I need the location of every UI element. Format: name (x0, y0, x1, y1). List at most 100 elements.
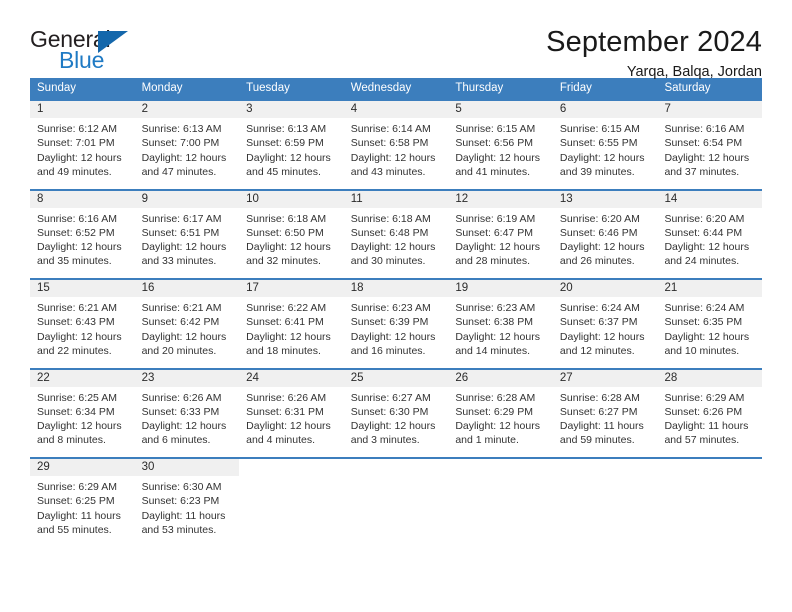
day-cell[interactable]: 1 Sunrise: 6:12 AM Sunset: 7:01 PM Daylight… (30, 101, 135, 189)
sunrise-time: Sunrise: 6:25 AM (37, 391, 117, 404)
sunrise-time: Sunrise: 6:29 AM (664, 391, 745, 404)
day-number: 3 (239, 101, 344, 118)
daylight-duration-line2: and 53 minutes. (141, 523, 217, 536)
sunrise-time: Sunrise: 6:27 AM (350, 391, 431, 404)
day-number: 11 (343, 190, 449, 208)
daylight-duration-line1: Daylight: 12 hours (350, 330, 436, 343)
day-cell[interactable]: 16 Sunrise: 6:21 AM Sunset: 6:42 PM Dayligh… (134, 280, 240, 368)
day-info: Sunrise: 6:20 AM Sunset: 6:46 PM Daylight:… (553, 208, 658, 269)
day-cell[interactable]: 2 Sunrise: 6:13 AM Sunset: 7:00 PM Daylight… (134, 101, 240, 189)
sunset-time: Sunset: 6:51 PM (141, 226, 220, 239)
daylight-duration-line1: Daylight: 12 hours (455, 330, 540, 343)
daylight-duration-line1: Daylight: 12 hours (141, 241, 227, 254)
sunrise-time: Sunrise: 6:15 AM (559, 123, 640, 135)
daylight-duration-line2: and 45 minutes. (246, 165, 321, 178)
daylight-duration-line2: and 4 minutes. (246, 434, 316, 447)
day-cell[interactable]: 21 Sunrise: 6:24 AM Sunset: 6:35 PM Dayligh… (657, 280, 763, 368)
daylight-duration-line1: Daylight: 12 hours (246, 330, 331, 343)
day-cell[interactable]: 13 Sunrise: 6:20 AM Sunset: 6:46 PM Dayligh… (552, 190, 658, 278)
day-number: 18 (343, 280, 449, 297)
day-cell[interactable]: 23 Sunrise: 6:26 AM Sunset: 6:33 PM Dayligh… (134, 369, 240, 457)
sunset-time: Sunset: 6:42 PM (141, 316, 220, 329)
day-info: Sunrise: 6:27 AM Sunset: 6:30 PM Daylight:… (344, 387, 449, 448)
day-cell[interactable]: 29 Sunrise: 6:29 AM Sunset: 6:25 PM Dayligh… (30, 459, 135, 547)
week-row: 1 Sunrise: 6:12 AM Sunset: 7:01 PM Daylight… (30, 99, 763, 189)
weekday-header-monday: Monday (141, 82, 183, 94)
day-info: Sunrise: 6:30 AM Sunset: 6:23 PM Daylight:… (135, 476, 240, 537)
daylight-duration-line2: and 43 minutes. (350, 165, 426, 178)
daylight-duration-line1: Daylight: 12 hours (664, 151, 750, 164)
day-info: Sunrise: 6:21 AM Sunset: 6:43 PM Daylight:… (30, 297, 135, 358)
sunset-time: Sunset: 6:39 PM (350, 316, 429, 329)
sunrise-time: Sunrise: 6:26 AM (246, 391, 327, 404)
sunrise-time: Sunrise: 6:13 AM (141, 123, 222, 135)
daylight-duration-line1: Daylight: 12 hours (455, 420, 540, 433)
day-number: 2 (134, 101, 240, 118)
daylight-duration-line2: and 28 minutes. (455, 255, 531, 268)
day-info: Sunrise: 6:18 AM Sunset: 6:48 PM Daylight:… (344, 208, 449, 269)
sunset-time: Sunset: 6:44 PM (664, 226, 743, 239)
day-info: Sunrise: 6:17 AM Sunset: 6:51 PM Daylight:… (135, 208, 240, 269)
day-cell[interactable]: 24 Sunrise: 6:26 AM Sunset: 6:31 PM Dayligh… (239, 369, 344, 457)
day-cell[interactable]: 7 Sunrise: 6:16 AM Sunset: 6:54 PM Daylight… (657, 101, 763, 189)
day-cell[interactable]: 22 Sunrise: 6:25 AM Sunset: 6:34 PM Dayligh… (30, 369, 135, 457)
day-number: 5 (448, 101, 553, 118)
day-cell[interactable]: 27 Sunrise: 6:28 AM Sunset: 6:27 PM Dayligh… (552, 369, 658, 457)
weekday-header-sunday: Sunday (37, 82, 77, 94)
day-number: 29 (30, 459, 135, 476)
sunset-time: Sunset: 6:54 PM (664, 137, 743, 150)
daylight-duration-line1: Daylight: 12 hours (559, 151, 645, 164)
day-info: Sunrise: 6:21 AM Sunset: 6:42 PM Daylight:… (135, 297, 240, 358)
day-cell[interactable]: 8 Sunrise: 6:16 AM Sunset: 6:52 PM Daylight… (30, 190, 135, 278)
day-cell[interactable]: 9 Sunrise: 6:17 AM Sunset: 6:51 PM Daylight… (134, 190, 240, 278)
daylight-duration-line1: Daylight: 11 hours (141, 509, 226, 522)
day-cell[interactable]: 28 Sunrise: 6:29 AM Sunset: 6:26 PM Dayligh… (657, 369, 763, 457)
day-cell[interactable]: 5 Sunrise: 6:15 AM Sunset: 6:56 PM Daylight… (448, 101, 553, 189)
day-cell-empty (552, 459, 658, 547)
sunset-time: Sunset: 6:30 PM (350, 405, 429, 418)
general-blue-logo[interactable]: General Blue (30, 26, 140, 74)
sunrise-time: Sunrise: 6:26 AM (141, 391, 222, 404)
sunset-time: Sunset: 6:23 PM (141, 495, 220, 508)
day-cell-empty (448, 459, 553, 547)
day-info: Sunrise: 6:26 AM Sunset: 6:31 PM Daylight:… (239, 387, 344, 448)
day-cell[interactable]: 17 Sunrise: 6:22 AM Sunset: 6:41 PM Dayligh… (239, 280, 344, 368)
day-info: Sunrise: 6:13 AM Sunset: 6:59 PM Daylight:… (239, 118, 344, 179)
day-cell[interactable]: 3 Sunrise: 6:13 AM Sunset: 6:59 PM Daylight… (239, 101, 344, 189)
daylight-duration-line2: and 6 minutes. (141, 434, 211, 447)
sunrise-time: Sunrise: 6:21 AM (37, 302, 117, 314)
day-cell[interactable]: 12 Sunrise: 6:19 AM Sunset: 6:47 PM Dayligh… (448, 190, 553, 278)
sunset-time: Sunset: 6:26 PM (664, 405, 743, 418)
day-info: Sunrise: 6:16 AM Sunset: 6:52 PM Daylight:… (30, 208, 135, 269)
day-cell[interactable]: 15 Sunrise: 6:21 AM Sunset: 6:43 PM Dayligh… (30, 280, 135, 368)
day-cell[interactable]: 6 Sunrise: 6:15 AM Sunset: 6:55 PM Daylight… (552, 101, 658, 189)
day-cell[interactable]: 4 Sunrise: 6:14 AM Sunset: 6:58 PM Daylight… (343, 101, 449, 189)
day-number (239, 459, 344, 476)
sunset-time: Sunset: 6:33 PM (141, 405, 220, 418)
day-cell[interactable]: 26 Sunrise: 6:28 AM Sunset: 6:29 PM Dayligh… (448, 369, 553, 457)
daylight-duration-line1: Daylight: 12 hours (664, 330, 750, 343)
sunrise-time: Sunrise: 6:15 AM (455, 123, 536, 135)
sunrise-time: Sunrise: 6:24 AM (664, 302, 745, 314)
day-number (552, 459, 658, 476)
day-number: 15 (30, 280, 135, 297)
daylight-duration-line2: and 14 minutes. (455, 344, 531, 357)
sunrise-time: Sunrise: 6:23 AM (350, 302, 431, 314)
day-info: Sunrise: 6:24 AM Sunset: 6:35 PM Daylight:… (657, 297, 762, 358)
day-cell[interactable]: 20 Sunrise: 6:24 AM Sunset: 6:37 PM Dayligh… (552, 280, 658, 368)
day-cell[interactable]: 19 Sunrise: 6:23 AM Sunset: 6:38 PM Dayligh… (448, 280, 553, 368)
sunrise-time: Sunrise: 6:23 AM (455, 302, 536, 314)
day-cell[interactable]: 25 Sunrise: 6:27 AM Sunset: 6:30 PM Dayligh… (343, 369, 449, 457)
day-cell[interactable]: 30 Sunrise: 6:30 AM Sunset: 6:23 PM Dayligh… (134, 459, 240, 547)
day-number: 23 (134, 369, 240, 387)
day-info: Sunrise: 6:22 AM Sunset: 6:41 PM Daylight:… (239, 297, 344, 358)
day-cell[interactable]: 18 Sunrise: 6:23 AM Sunset: 6:39 PM Dayligh… (343, 280, 449, 368)
day-cell[interactable]: 10 Sunrise: 6:18 AM Sunset: 6:50 PM Dayligh… (239, 190, 344, 278)
day-cell[interactable]: 11 Sunrise: 6:18 AM Sunset: 6:48 PM Dayligh… (343, 190, 449, 278)
daylight-duration-line1: Daylight: 12 hours (37, 330, 122, 343)
page-title: September 2024 (546, 26, 762, 58)
weekday-header-row: Sunday Monday Tuesday Wednesday Thursday… (30, 78, 762, 99)
day-cell[interactable]: 14 Sunrise: 6:20 AM Sunset: 6:44 PM Dayligh… (657, 190, 763, 278)
daylight-duration-line1: Daylight: 12 hours (350, 241, 436, 254)
sunrise-time: Sunrise: 6:17 AM (141, 212, 222, 225)
